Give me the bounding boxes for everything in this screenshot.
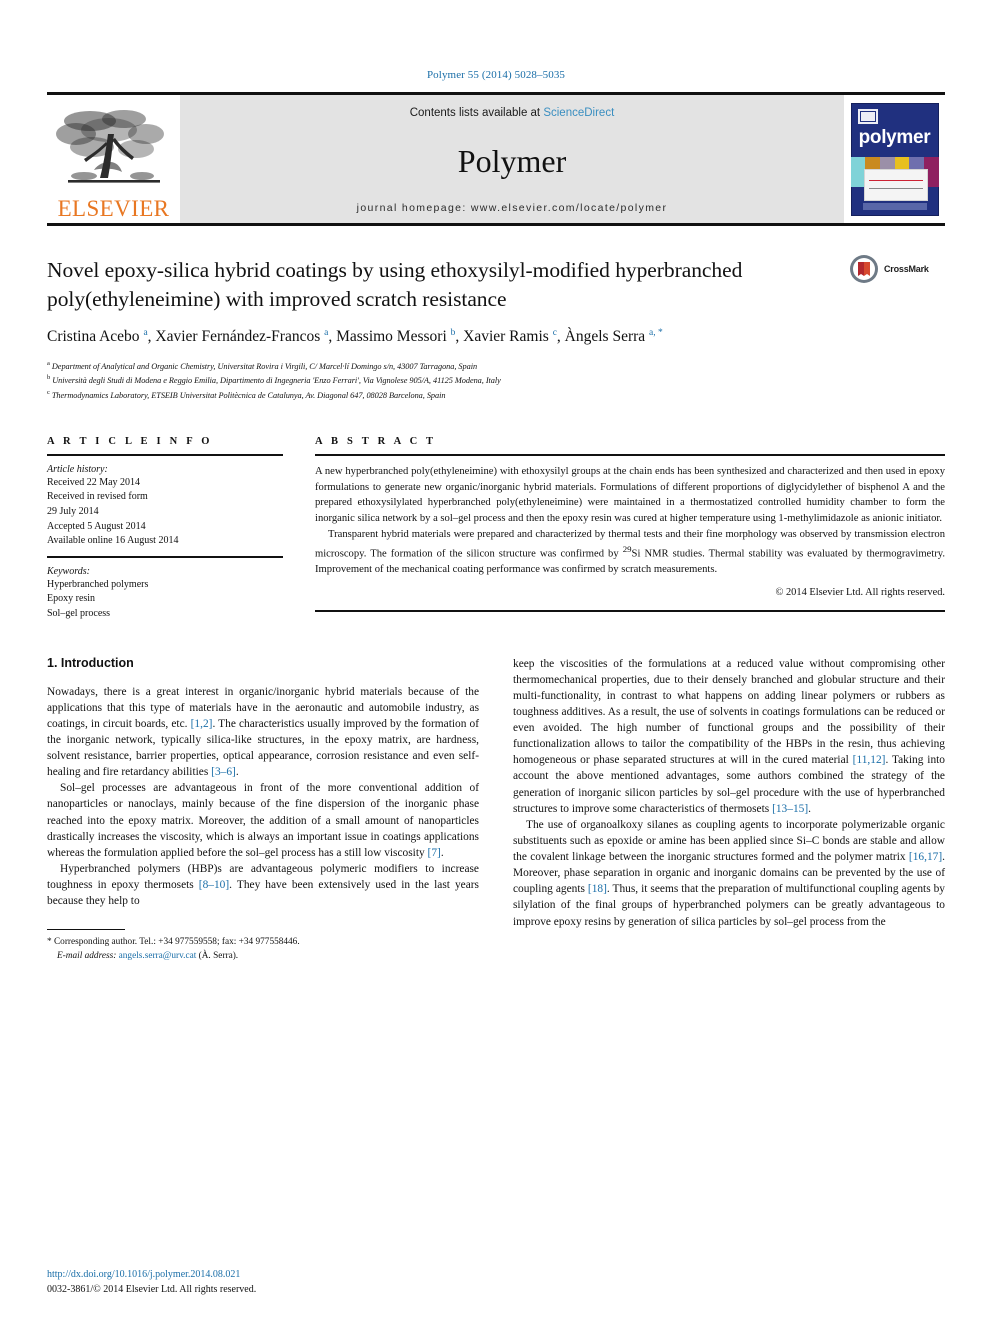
history-item: Available online 16 August 2014 [47,535,179,547]
keyword-item: Hyperbranched polymers [47,578,149,590]
body-column-right: keep the viscosities of the formulations… [513,656,945,964]
email-owner: (À. Serra). [198,951,239,962]
abstract-end-rule [315,609,945,612]
keywords-label: Keywords: [47,565,90,577]
crossmark-badge[interactable]: CrossMark [849,254,945,284]
history-item: Received 22 May 2014 [47,476,141,488]
elsevier-wordmark: ELSEVIER [57,196,170,221]
article-history-label: Article history: [47,463,108,475]
email-link[interactable]: angels.serra@urv.cat [119,951,197,961]
info-rule [47,453,283,456]
history-item: 29 July 2014 [47,505,99,517]
elsevier-logo: ELSEVIER [47,95,180,223]
article-info-heading: A R T I C L E I N F O [47,435,213,447]
abstract-paragraph: Transparent hybrid materials were prepar… [315,528,945,576]
contents-prefix: Contents lists available at [409,107,544,119]
affiliation-list: a Department of Analytical and Organic C… [47,359,945,402]
affiliation: b Università degli Studi di Modena e Reg… [47,374,501,386]
journal-title: Polymer [457,142,567,179]
corresponding-author-footnote: * Corresponding author. Tel.: +34 977559… [47,929,479,963]
body-paragraph: Nowadays, there is a great interest in o… [47,685,479,779]
cover-elsevier-icon [857,108,878,124]
info-abstract-row: A R T I C L E I N F O Article history: R… [47,436,945,622]
contents-available-line: Contents lists available at ScienceDirec… [410,107,615,119]
keyword-item: Epoxy resin [47,593,96,605]
footnote-rule [47,929,125,931]
article-first-page: Polymer 55 (2014) 5028–5035 ELSEVIER Con… [0,0,992,1323]
body-paragraph: Hyperbranched polymers (HBP)s are advant… [47,862,479,908]
section-heading-introduction: 1. Introduction [47,655,134,670]
doi-block: http://dx.doi.org/10.1016/j.polymer.2014… [47,1268,467,1297]
history-item: Received in revised form [47,491,148,503]
cover-inset-figure [863,168,928,201]
crossmark-label: CrossMark [884,264,929,274]
body-paragraph: keep the viscosities of the formulations… [513,657,945,815]
masthead-bottom-rule [47,223,945,226]
keyword-item: Sol–gel process [47,607,111,619]
email-label: E-mail address: [57,951,117,962]
body-paragraph: Sol–gel processes are advantageous in fr… [47,782,479,859]
sciencedirect-link[interactable]: ScienceDirect [543,107,614,119]
crossmark-icon [850,255,878,283]
journal-masthead: ELSEVIER Contents lists available at Sci… [47,92,945,226]
footnote-email-line: E-mail address: angels.serra@urv.cat (À.… [47,949,479,963]
article-body: 1. Introduction Nowadays, there is a gre… [47,656,945,964]
running-head: Polymer 55 (2014) 5028–5035 [426,69,566,81]
affiliation: a Department of Analytical and Organic C… [47,360,478,371]
journal-cover-card: polymer [850,102,939,216]
elsevier-tree-icon [54,104,174,196]
title-block: CrossMark Novel epoxy-silica hybrid coat… [47,254,945,402]
body-column-left: 1. Introduction Nowadays, there is a gre… [47,656,479,964]
abstract-rule [315,453,945,456]
journal-cover: polymer [844,95,945,223]
article-info-panel: A R T I C L E I N F O Article history: R… [47,436,283,622]
abstract-paragraph: A new hyperbranched poly(ethyleneimine) … [315,465,945,525]
abstract-copyright: © 2014 Elsevier Ltd. All rights reserved… [775,586,946,598]
affiliation: c Thermodynamics Laboratory, ETSEIB Univ… [47,388,446,400]
body-paragraph: The use of organoalkoxy silanes as coupl… [513,818,945,928]
journal-homepage[interactable]: journal homepage: www.elsevier.com/locat… [357,202,668,214]
footnote-corresponding: * Corresponding author. Tel.: +34 977559… [47,937,300,948]
history-item: Accepted 5 August 2014 [47,520,146,532]
masthead-center: Contents lists available at ScienceDirec… [180,95,844,223]
author-list: Cristina Acebo a, Xavier Fernández-Franc… [47,328,663,346]
doi-link[interactable]: http://dx.doi.org/10.1016/j.polymer.2014… [47,1268,467,1283]
abstract-panel: A B S T R A C T A new hyperbranched poly… [315,436,945,622]
issn-copyright: 0032-3861/© 2014 Elsevier Ltd. All right… [47,1283,257,1295]
keywords-rule [47,555,283,558]
cover-footer-band [862,202,927,210]
abstract-heading: A B S T R A C T [315,435,437,447]
page-title: Novel epoxy-silica hybrid coatings by us… [47,258,743,311]
cover-title: polymer [858,126,931,148]
